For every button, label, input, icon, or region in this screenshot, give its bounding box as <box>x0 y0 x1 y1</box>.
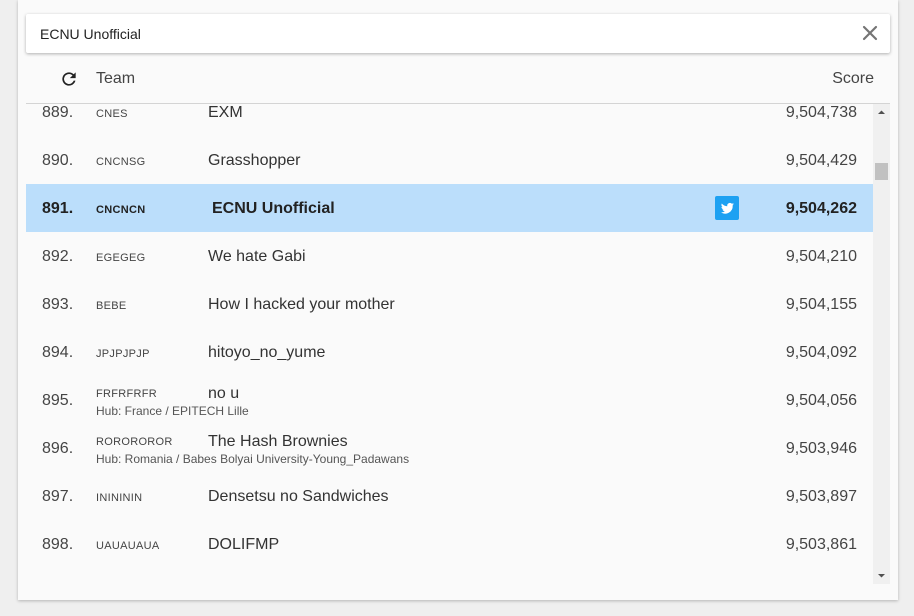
rank: 893. <box>42 296 74 313</box>
rank: 890. <box>42 152 74 169</box>
rank: 894. <box>42 344 74 361</box>
country-flags: CNCNCN <box>96 204 146 216</box>
score: 9,503,861 <box>785 536 857 553</box>
team-name[interactable]: We hate Gabi <box>208 248 306 266</box>
rank: 892. <box>42 248 74 265</box>
scroll-down-arrow-icon[interactable] <box>873 567 890 584</box>
score: 9,504,210 <box>785 248 857 265</box>
score: 9,504,262 <box>785 200 857 217</box>
team-name[interactable]: The Hash Brownies <box>208 433 348 451</box>
country-flags: ININININ <box>96 492 143 504</box>
score: 9,503,946 <box>785 440 857 457</box>
country-flags: CNCNSG <box>96 156 146 168</box>
team-name[interactable]: EXM <box>208 104 243 122</box>
table-row[interactable]: 896. ROROROROR Hub: Romania / Babes Boly… <box>26 424 873 472</box>
rank: 897. <box>42 488 74 505</box>
rank: 889. <box>42 104 74 121</box>
country-flags: FRFRFRFR <box>96 388 158 400</box>
table-row[interactable]: 890. CNCNSG Grasshopper 9,504,429 <box>26 136 873 184</box>
team-name[interactable]: no u <box>208 385 239 403</box>
refresh-icon[interactable] <box>59 69 79 89</box>
rank: 895. <box>42 392 74 409</box>
team-name[interactable]: How I hacked your mother <box>208 296 395 314</box>
table-row[interactable]: 897. ININININ Densetsu no Sandwiches 9,5… <box>26 472 873 520</box>
country-flags: UAUAUAUA <box>96 540 160 552</box>
team-name[interactable]: hitoyo_no_yume <box>208 344 325 362</box>
hub-label: Hub: France / EPITECH Lille <box>96 404 249 418</box>
score: 9,504,092 <box>785 344 857 361</box>
team-name[interactable]: ECNU Unofficial <box>212 200 335 218</box>
score: 9,503,897 <box>785 488 857 505</box>
scroll-up-arrow-icon[interactable] <box>873 104 890 121</box>
leaderboard-list: 889. CNES EXM 9,504,738 890. CNCNSG Gras… <box>26 104 873 584</box>
scrollbar-thumb[interactable] <box>875 163 888 180</box>
table-header: Team Score <box>26 56 890 104</box>
table-row[interactable]: 892. EGEGEG We hate Gabi 9,504,210 <box>26 232 873 280</box>
country-flags: BEBE <box>96 300 127 312</box>
rank: 891. <box>42 200 74 217</box>
score: 9,504,155 <box>785 296 857 313</box>
table-row[interactable]: 898. UAUAUAUA DOLIFMP 9,503,861 <box>26 520 873 568</box>
search-bar <box>26 14 890 53</box>
score: 9,504,738 <box>785 104 857 121</box>
rank: 896. <box>42 440 74 457</box>
team-column-header[interactable]: Team <box>96 70 135 88</box>
table-row[interactable]: 894. JPJPJPJP hitoyo_no_yume 9,504,092 <box>26 328 873 376</box>
country-flags: JPJPJPJP <box>96 348 150 360</box>
table-row-highlighted[interactable]: 891. CNCNCN ECNU Unofficial 9,504,262 <box>26 184 873 232</box>
team-name[interactable]: Densetsu no Sandwiches <box>208 488 389 506</box>
hub-label: Hub: Romania / Babes Bolyai University-Y… <box>96 452 410 466</box>
search-input[interactable] <box>40 14 830 53</box>
score: 9,504,429 <box>785 152 857 169</box>
twitter-icon[interactable] <box>715 196 739 220</box>
score-column-header[interactable]: Score <box>832 70 874 88</box>
table-row[interactable]: 895. FRFRFRFR Hub: France / EPITECH Lill… <box>26 376 873 424</box>
team-name[interactable]: DOLIFMP <box>208 536 279 554</box>
table-row[interactable]: 893. BEBE How I hacked your mother 9,504… <box>26 280 873 328</box>
rank: 898. <box>42 536 74 553</box>
team-name[interactable]: Grasshopper <box>208 152 301 170</box>
leaderboard-card: Team Score 889. CNES EXM 9,504,738 890. … <box>18 0 898 600</box>
close-icon[interactable] <box>860 23 880 43</box>
country-flags: EGEGEG <box>96 252 146 264</box>
score: 9,504,056 <box>785 392 857 409</box>
country-flags: ROROROROR <box>96 436 173 448</box>
scrollbar[interactable] <box>873 104 890 584</box>
country-flags: CNES <box>96 108 128 120</box>
table-row[interactable]: 889. CNES EXM 9,504,738 <box>26 104 873 136</box>
